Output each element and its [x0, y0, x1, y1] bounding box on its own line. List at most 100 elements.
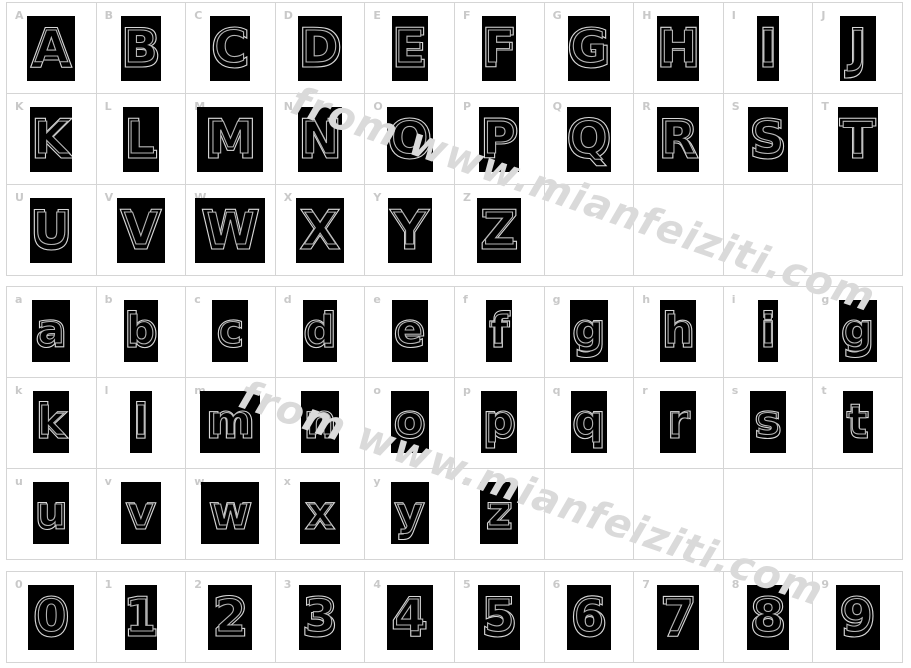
glyph-cell[interactable]: 000	[7, 572, 97, 663]
glyph-cell[interactable]: III	[723, 3, 814, 94]
glyph-cell[interactable]: ccc	[186, 287, 276, 378]
cell-label: O	[373, 100, 383, 113]
glyph-cell[interactable]: xxx	[275, 469, 366, 560]
glyph-cell-empty[interactable]	[634, 185, 724, 276]
glyph-cell[interactable]: ggg	[544, 287, 635, 378]
glyph-cell[interactable]: LLL	[96, 94, 187, 185]
glyph-cell[interactable]: ZZZ	[454, 185, 545, 276]
glyph-character: t	[846, 394, 870, 450]
glyph-character: 0	[32, 585, 71, 649]
glyph-cell[interactable]: fff	[454, 287, 545, 378]
glyph-cell[interactable]: YYY	[365, 185, 455, 276]
glyph-cell-empty[interactable]	[813, 469, 903, 560]
glyph-cell[interactable]: GGG	[544, 3, 635, 94]
glyph-cell-empty[interactable]	[723, 469, 814, 560]
glyph-character: 2	[211, 585, 250, 649]
glyph-cell[interactable]: mmm	[186, 378, 276, 469]
glyph-cell[interactable]: PPP	[454, 94, 545, 185]
cell-label: u	[15, 475, 23, 488]
glyph-cell[interactable]: 888	[723, 572, 814, 663]
glyph-character: d	[303, 303, 338, 359]
glyph-character: 9	[838, 585, 877, 649]
glyph-cell[interactable]: qqq	[544, 378, 635, 469]
glyph-cell[interactable]: kkk	[7, 378, 97, 469]
glyph-cell[interactable]: hhh	[634, 287, 724, 378]
glyph-cell[interactable]: MMM	[186, 94, 276, 185]
glyph-character: G	[567, 16, 610, 80]
glyph-cell[interactable]: zzz	[454, 469, 545, 560]
lowercase-grid-section: aaabbbcccdddeeefffggghhhiiigggkkklllmmmn…	[6, 286, 903, 560]
glyph-character: y	[393, 485, 426, 541]
glyph-character: e	[393, 303, 427, 359]
cell-label: l	[104, 384, 109, 397]
glyph-cell[interactable]: TTT	[813, 94, 903, 185]
glyph-cell-empty[interactable]	[723, 185, 814, 276]
glyph-tile: FF	[482, 16, 517, 81]
glyph-cell[interactable]: RRR	[634, 94, 724, 185]
glyph-cell[interactable]: AAA	[7, 3, 97, 94]
glyph-cell[interactable]: WWW	[186, 185, 276, 276]
glyph-cell[interactable]: XXX	[275, 185, 366, 276]
glyph-cell[interactable]: HHH	[634, 3, 724, 94]
glyph-cell[interactable]: yyy	[365, 469, 455, 560]
glyph-cell[interactable]: vvv	[96, 469, 187, 560]
cell-label: 5	[462, 578, 471, 591]
glyph-cell[interactable]: DDD	[275, 3, 366, 94]
glyph-cell[interactable]: BBB	[96, 3, 187, 94]
glyph-cell[interactable]: EEE	[365, 3, 455, 94]
glyph-cell[interactable]: 444	[365, 572, 455, 663]
glyph-cell[interactable]: 555	[454, 572, 545, 663]
glyph-cell[interactable]: 111	[96, 572, 187, 663]
glyph-cell[interactable]: CCC	[186, 3, 276, 94]
glyph-cell[interactable]: 777	[634, 572, 724, 663]
glyph-cell[interactable]: aaa	[7, 287, 97, 378]
glyph-cell[interactable]: OOO	[365, 94, 455, 185]
glyph-cell[interactable]: KKK	[7, 94, 97, 185]
glyph-cell[interactable]: NNN	[275, 94, 366, 185]
glyph-character: r	[666, 394, 691, 450]
glyph-character: Z	[479, 198, 519, 262]
glyph-cell[interactable]: rrr	[634, 378, 724, 469]
glyph-character: i	[759, 303, 777, 359]
glyph-cell[interactable]: nn	[275, 378, 366, 469]
glyph-cell[interactable]: ggg	[813, 287, 903, 378]
glyph-tile: II	[757, 16, 780, 81]
glyph-cell[interactable]: 666	[544, 572, 635, 663]
font-specimen-page: AAABBBCCCDDDEEEFFFGGGHHHIIIJJJKKKLLLMMMN…	[0, 0, 911, 668]
glyph-cell[interactable]: ttt	[813, 378, 903, 469]
glyph-tile: GG	[567, 16, 610, 81]
glyph-cell[interactable]: ppp	[454, 378, 545, 469]
glyph-tile: kk	[33, 391, 70, 453]
glyph-cell[interactable]: UUU	[7, 185, 97, 276]
glyph-tile: ee	[391, 300, 428, 362]
glyph-cell[interactable]: QQQ	[544, 94, 635, 185]
glyph-tile: OO	[386, 107, 433, 172]
glyph-cell-empty[interactable]	[813, 185, 903, 276]
cell-label: B	[104, 9, 113, 22]
cell-label: t	[821, 384, 827, 397]
glyph-cell[interactable]: sss	[723, 378, 814, 469]
glyph-cell[interactable]: uuu	[7, 469, 97, 560]
glyph-cell[interactable]: 333	[275, 572, 366, 663]
glyph-cell[interactable]: eee	[365, 287, 455, 378]
cell-label: J	[821, 9, 826, 22]
glyph-cell[interactable]: FFF	[454, 3, 545, 94]
glyph-character: c	[216, 303, 246, 359]
glyph-tile: xx	[300, 482, 341, 544]
glyph-cell[interactable]: iii	[723, 287, 814, 378]
glyph-tile: oo	[390, 391, 429, 453]
glyph-cell[interactable]: SSS	[723, 94, 814, 185]
cell-label: h	[642, 293, 651, 306]
glyph-cell[interactable]: ooo	[365, 378, 455, 469]
glyph-cell-empty[interactable]	[634, 469, 724, 560]
glyph-cell[interactable]: JJJ	[813, 3, 903, 94]
glyph-cell-empty[interactable]	[544, 469, 635, 560]
glyph-cell-empty[interactable]	[544, 185, 635, 276]
glyph-cell[interactable]: VVV	[96, 185, 187, 276]
glyph-cell[interactable]: lll	[96, 378, 187, 469]
glyph-cell[interactable]: bbb	[96, 287, 187, 378]
glyph-cell[interactable]: 222	[186, 572, 276, 663]
glyph-cell[interactable]: 999	[813, 572, 903, 663]
glyph-cell[interactable]: ddd	[275, 287, 366, 378]
glyph-cell[interactable]: www	[186, 469, 276, 560]
